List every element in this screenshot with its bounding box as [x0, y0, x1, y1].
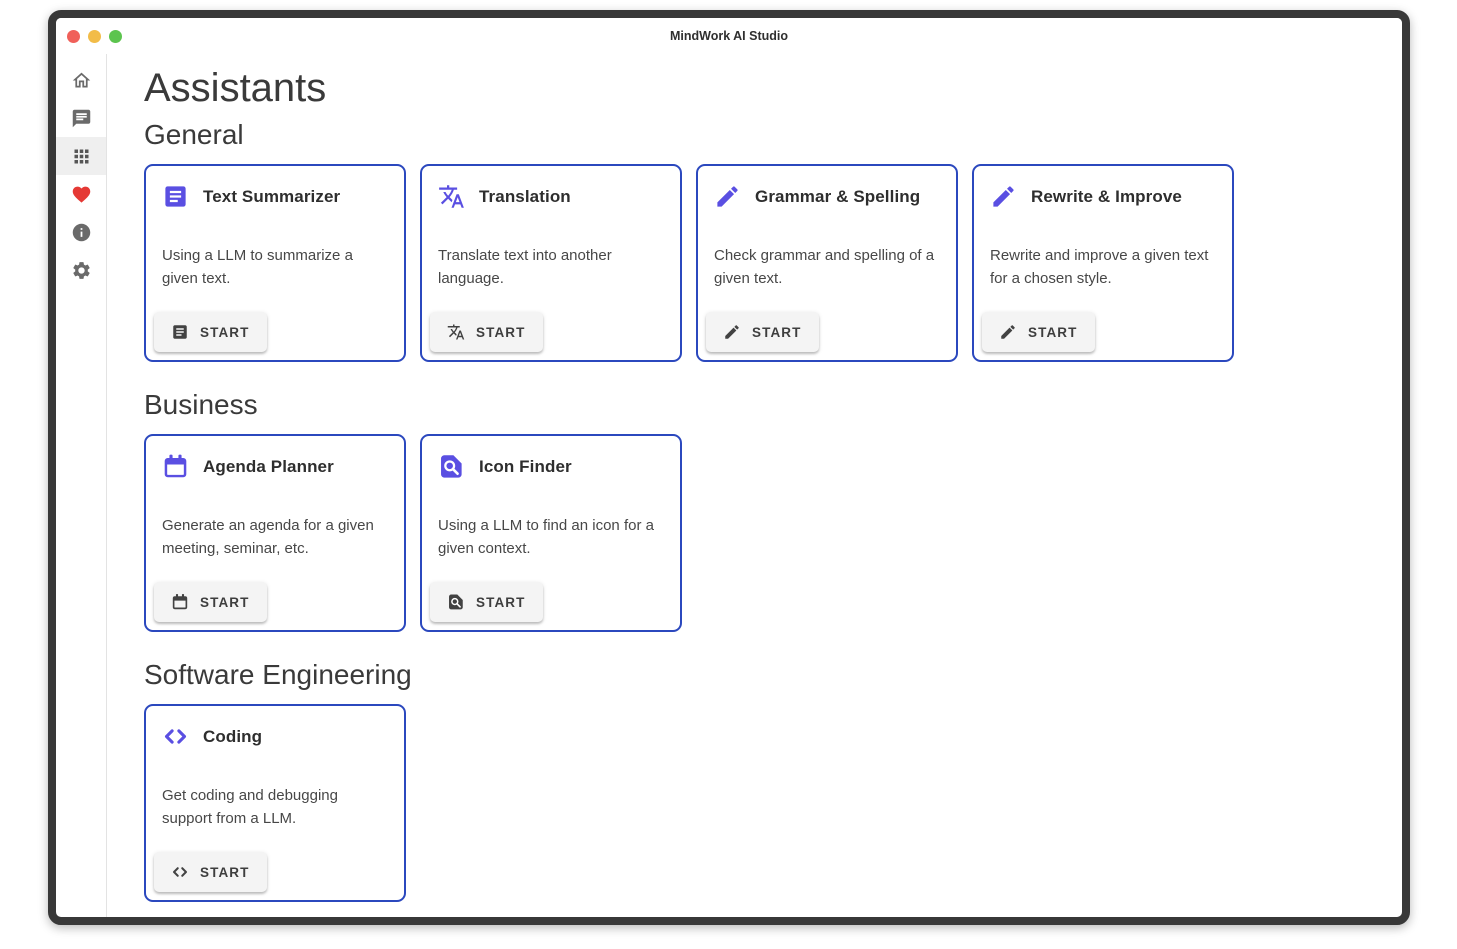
heart-icon: [71, 184, 92, 205]
card-header: Coding: [146, 706, 404, 750]
card-actions: START: [698, 304, 956, 360]
sidebar-item-about[interactable]: [56, 213, 106, 251]
icon-search-icon: [447, 593, 465, 611]
calendar-icon: [162, 453, 189, 480]
main-content: Assistants General Text Summarizer Using…: [107, 54, 1402, 917]
section-heading-general: General: [144, 118, 1362, 152]
assistant-card-text-summarizer: Text Summarizer Using a LLM to summarize…: [144, 164, 406, 362]
start-button-label: START: [1028, 325, 1078, 340]
assistant-card-grammar-spelling: Grammar & Spelling Check grammar and spe…: [696, 164, 958, 362]
section-heading-business: Business: [144, 388, 1362, 422]
start-button[interactable]: START: [154, 852, 267, 892]
assistant-card-translation: Translation Translate text into another …: [420, 164, 682, 362]
card-title: Coding: [203, 727, 262, 747]
start-button-label: START: [200, 325, 250, 340]
start-button[interactable]: START: [982, 312, 1095, 352]
card-header: Icon Finder: [422, 436, 680, 480]
card-description: Using a LLM to summarize a given text.: [146, 210, 404, 290]
card-header: Translation: [422, 166, 680, 210]
app-body: Assistants General Text Summarizer Using…: [56, 54, 1402, 917]
pencil-icon: [990, 183, 1017, 210]
card-title: Translation: [479, 187, 571, 207]
sidebar-item-supporters[interactable]: [56, 175, 106, 213]
card-row-software-engineering: Coding Get coding and debugging support …: [144, 704, 1362, 902]
start-button[interactable]: START: [430, 312, 543, 352]
card-description: Check grammar and spelling of a given te…: [698, 210, 956, 290]
chat-icon: [71, 108, 92, 129]
assistant-card-rewrite-improve: Rewrite & Improve Rewrite and improve a …: [972, 164, 1234, 362]
sidebar-item-chats[interactable]: [56, 99, 106, 137]
window-title: MindWork AI Studio: [56, 29, 1402, 43]
start-button[interactable]: START: [154, 582, 267, 622]
info-icon: [71, 222, 92, 243]
card-header: Agenda Planner: [146, 436, 404, 480]
card-title: Rewrite & Improve: [1031, 187, 1182, 207]
sidebar: [56, 54, 107, 917]
apps-grid-icon: [71, 146, 92, 167]
card-row-business: Agenda Planner Generate an agenda for a …: [144, 434, 1362, 632]
card-title: Grammar & Spelling: [755, 187, 920, 207]
card-title: Agenda Planner: [203, 457, 334, 477]
code-icon: [171, 863, 189, 881]
card-header: Rewrite & Improve: [974, 166, 1232, 210]
card-row-general: Text Summarizer Using a LLM to summarize…: [144, 164, 1362, 362]
start-button-label: START: [476, 595, 526, 610]
titlebar: MindWork AI Studio: [56, 18, 1402, 54]
start-button-label: START: [476, 325, 526, 340]
card-actions: START: [422, 574, 680, 630]
card-description: Generate an agenda for a given meeting, …: [146, 480, 404, 560]
card-title: Text Summarizer: [203, 187, 340, 207]
start-button-label: START: [752, 325, 802, 340]
start-button[interactable]: START: [430, 582, 543, 622]
pencil-icon: [723, 323, 741, 341]
gear-icon: [71, 260, 92, 281]
card-description: Using a LLM to find an icon for a given …: [422, 480, 680, 560]
card-header: Grammar & Spelling: [698, 166, 956, 210]
card-actions: START: [146, 574, 404, 630]
card-header: Text Summarizer: [146, 166, 404, 210]
start-button-label: START: [200, 595, 250, 610]
sidebar-item-assistants[interactable]: [56, 137, 106, 175]
section-heading-software-engineering: Software Engineering: [144, 658, 1362, 692]
translate-icon: [447, 323, 465, 341]
calendar-icon: [171, 593, 189, 611]
card-description: Rewrite and improve a given text for a c…: [974, 210, 1232, 290]
card-actions: START: [146, 844, 404, 900]
start-button[interactable]: START: [706, 312, 819, 352]
translate-icon: [438, 183, 465, 210]
card-actions: START: [974, 304, 1232, 360]
card-actions: START: [422, 304, 680, 360]
article-icon: [162, 183, 189, 210]
card-description: Get coding and debugging support from a …: [146, 750, 404, 830]
assistant-card-icon-finder: Icon Finder Using a LLM to find an icon …: [420, 434, 682, 632]
card-actions: START: [146, 304, 404, 360]
pencil-icon: [714, 183, 741, 210]
article-icon: [171, 323, 189, 341]
app-window: MindWork AI Studio Assistants: [48, 10, 1410, 925]
card-title: Icon Finder: [479, 457, 572, 477]
assistant-card-agenda-planner: Agenda Planner Generate an agenda for a …: [144, 434, 406, 632]
code-icon: [162, 723, 189, 750]
sidebar-item-home[interactable]: [56, 61, 106, 99]
start-button-label: START: [200, 865, 250, 880]
sidebar-item-settings[interactable]: [56, 251, 106, 289]
pencil-icon: [999, 323, 1017, 341]
icon-search-icon: [438, 453, 465, 480]
start-button[interactable]: START: [154, 312, 267, 352]
page-title: Assistants: [144, 66, 1362, 110]
card-description: Translate text into another language.: [422, 210, 680, 290]
assistant-card-coding: Coding Get coding and debugging support …: [144, 704, 406, 902]
home-icon: [71, 70, 92, 91]
